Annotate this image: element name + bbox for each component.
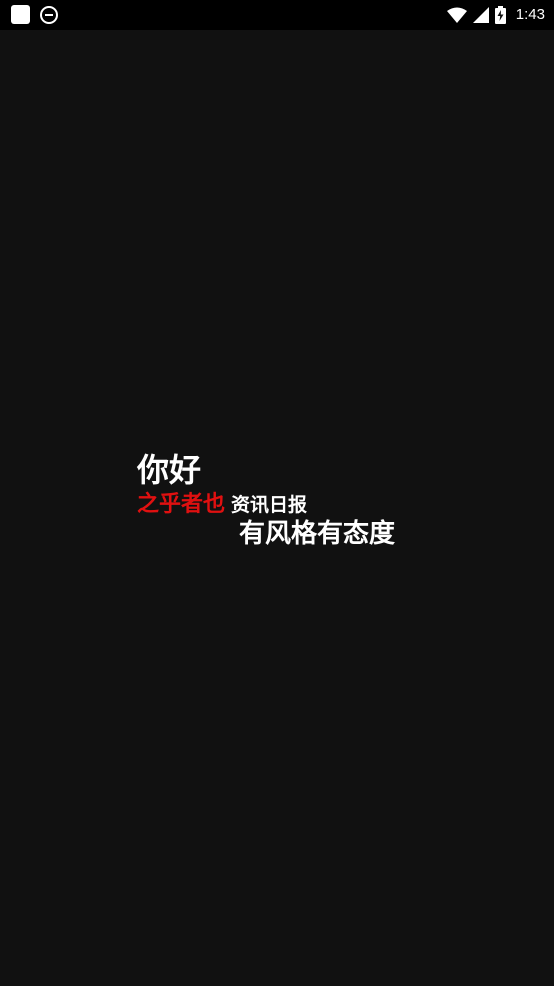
cell-signal-icon [472, 7, 489, 23]
circle-app-icon [40, 5, 58, 24]
wifi-icon [446, 7, 467, 23]
greeting-text: 你好 [137, 451, 202, 489]
slogan-text: 有风格有态度 [239, 519, 396, 549]
splash-logo: 你好 之乎者也 资讯日报 有风格有态度 [137, 452, 417, 552]
status-clock: 1:43 [515, 6, 545, 23]
brand-name-white: 资讯日报 [231, 494, 308, 516]
brand-name-red: 之乎者也 [137, 492, 226, 517]
status-bar-left [11, 5, 58, 24]
brand-line: 之乎者也 资讯日报 [137, 492, 307, 518]
status-bar-right: 1:43 [446, 4, 545, 26]
status-bar: 1:43 [0, 0, 554, 30]
battery-charging-icon [494, 6, 506, 24]
app-square-icon [11, 5, 30, 24]
